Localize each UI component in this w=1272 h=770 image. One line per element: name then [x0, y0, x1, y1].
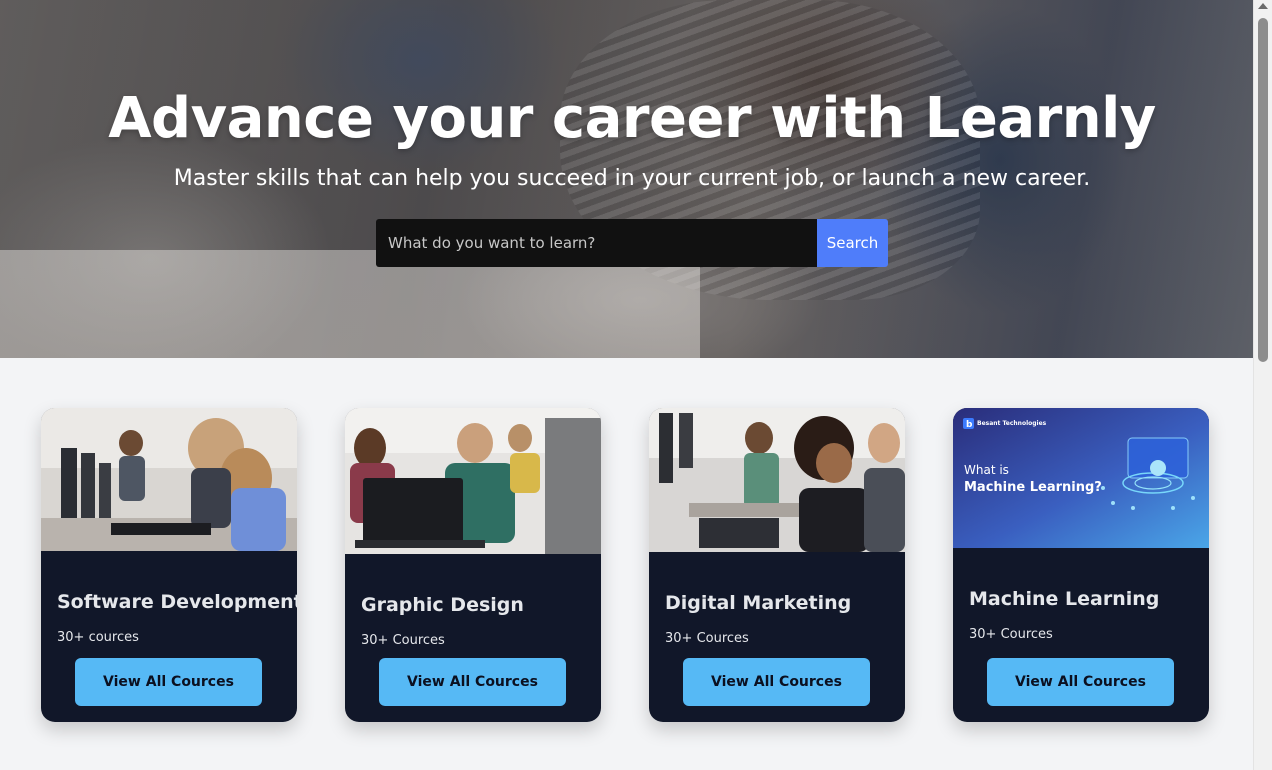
card-image	[649, 408, 905, 552]
card-course-count: 30+ Cources	[969, 627, 1053, 642]
course-card-software-development: Software Development 30+ cources View Al…	[41, 408, 297, 722]
search-bar: Search	[376, 219, 888, 267]
svg-text:b: b	[966, 420, 973, 430]
card-image	[345, 408, 601, 554]
view-all-courses-button[interactable]: View All Cources	[987, 658, 1174, 706]
view-all-courses-button[interactable]: View All Cources	[379, 658, 566, 706]
search-input[interactable]	[376, 219, 817, 267]
page: Advance your career with Learnly Master …	[0, 0, 1272, 770]
hero-banner: Advance your career with Learnly Master …	[0, 0, 1253, 358]
banner-brand: Besant Technologies	[977, 420, 1047, 427]
card-course-count: 30+ Cources	[665, 631, 749, 646]
scroll-up-icon[interactable]	[1258, 3, 1268, 9]
card-course-count: 30+ cources	[57, 630, 139, 645]
course-card-digital-marketing: Digital Marketing 30+ Cources View All C…	[649, 408, 905, 722]
card-title: Digital Marketing	[665, 592, 852, 614]
scrollbar-thumb[interactable]	[1258, 18, 1268, 362]
view-all-courses-button[interactable]: View All Cources	[75, 658, 262, 706]
course-card-machine-learning: b Besant Technologies What is Machine Le…	[953, 408, 1209, 722]
card-image	[41, 408, 297, 551]
card-course-count: 30+ Cources	[361, 633, 445, 648]
card-title: Software Development	[57, 591, 297, 613]
view-all-courses-button[interactable]: View All Cources	[683, 658, 870, 706]
course-card-graphic-design: Graphic Design 30+ Cources View All Cour…	[345, 408, 601, 722]
hero-title: Advance your career with Learnly	[108, 86, 1156, 151]
search-button[interactable]: Search	[817, 219, 888, 267]
banner-line2: Machine Learning?	[964, 480, 1102, 495]
banner-line1: What is	[964, 463, 1009, 477]
card-title: Machine Learning	[969, 588, 1160, 610]
card-image: b Besant Technologies What is Machine Le…	[953, 408, 1209, 548]
card-title: Graphic Design	[361, 594, 524, 616]
page-scrollbar[interactable]	[1253, 0, 1272, 770]
hero-subtitle: Master skills that can help you succeed …	[173, 166, 1091, 191]
